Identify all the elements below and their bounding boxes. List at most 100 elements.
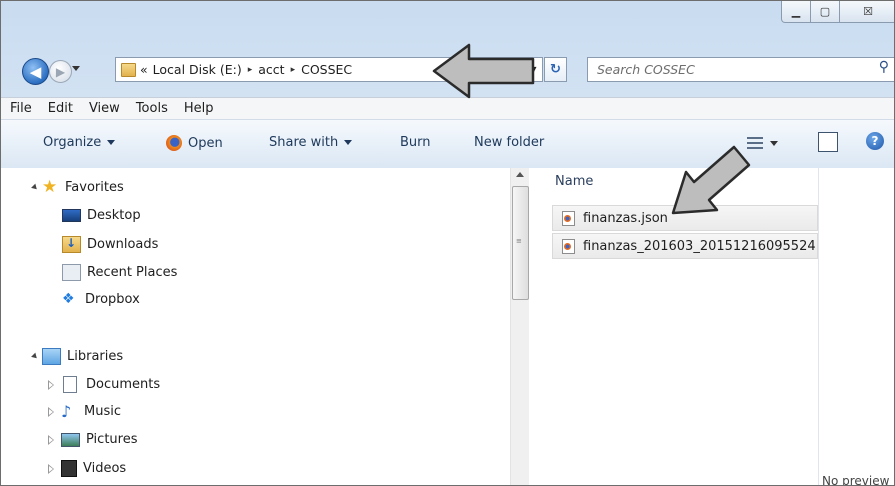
preview-pane-divider[interactable] xyxy=(818,168,819,485)
preview-pane-icon[interactable] xyxy=(818,132,838,152)
breadcrumb-cossec[interactable]: COSSEC xyxy=(301,62,352,77)
back-arrow-icon: ◀ xyxy=(29,62,42,81)
navigation-scrollbar[interactable]: ≡ xyxy=(510,168,529,485)
sidebar-item-label: Documents xyxy=(86,377,161,392)
collapsed-arrow-icon[interactable] xyxy=(48,406,54,417)
organize-label: Organize xyxy=(43,135,102,150)
change-view-icon[interactable] xyxy=(747,137,763,149)
sidebar-item-downloads[interactable]: Downloads xyxy=(62,236,158,253)
preview-message: No preview xyxy=(822,474,890,486)
file-row[interactable]: finanzas.json xyxy=(552,205,818,231)
organize-button[interactable]: Organize xyxy=(43,135,116,150)
sidebar-item-desktop[interactable]: Desktop xyxy=(62,208,141,223)
address-dropdown-icon[interactable]: ▼ xyxy=(524,58,542,81)
sidebar-item-label: Recent Places xyxy=(87,265,178,280)
star-icon: ★ xyxy=(42,177,58,197)
close-button[interactable]: ☒ xyxy=(839,1,894,23)
open-label: Open xyxy=(188,135,223,151)
sidebar-item-videos[interactable]: Videos xyxy=(48,460,127,477)
dropbox-icon: ❖ xyxy=(62,291,75,307)
navigation-pane: ★ Favorites Desktop Downloads Recent Pla… xyxy=(1,168,509,485)
column-header-name[interactable]: Name xyxy=(555,174,593,189)
scroll-up-icon[interactable] xyxy=(516,172,524,177)
downloads-icon xyxy=(62,236,81,253)
new-folder-label: New folder xyxy=(474,135,545,150)
maximize-icon: ▢ xyxy=(819,5,831,18)
burn-label: Burn xyxy=(400,135,431,150)
breadcrumb-overflow[interactable]: « xyxy=(140,62,148,77)
documents-icon xyxy=(63,376,77,393)
sidebar-item-label: Videos xyxy=(83,461,127,476)
help-icon[interactable]: ? xyxy=(866,132,884,150)
libraries-icon xyxy=(42,348,61,365)
tree-label: Libraries xyxy=(67,349,124,364)
collapsed-arrow-icon[interactable] xyxy=(48,434,54,445)
view-options-dropdown-icon[interactable] xyxy=(770,141,778,146)
file-name: finanzas_201603_20151216095524 xyxy=(583,238,816,254)
sidebar-item-label: Pictures xyxy=(86,432,138,447)
sidebar-item-recent-places[interactable]: Recent Places xyxy=(62,264,177,281)
tree-label: Favorites xyxy=(65,180,124,195)
explorer-window: ▁ ▢ ☒ ◀ ▶ « Local Disk (E:) ▸ acct ▸ COS… xyxy=(0,0,895,486)
command-bar: Organize Open Share with Burn New folder… xyxy=(1,119,894,169)
breadcrumb-separator-icon[interactable]: ▸ xyxy=(291,65,296,75)
search-placeholder: Search COSSEC xyxy=(597,62,695,77)
forward-button[interactable]: ▶ xyxy=(49,60,72,83)
open-button[interactable]: Open xyxy=(166,135,223,151)
tree-favorites[interactable]: ★ Favorites xyxy=(31,177,124,197)
videos-icon xyxy=(61,460,77,477)
menu-view[interactable]: View xyxy=(89,101,120,116)
pictures-icon xyxy=(61,432,80,447)
refresh-icon: ↻ xyxy=(550,62,561,77)
share-with-label: Share with xyxy=(269,135,339,150)
file-row[interactable]: finanzas_201603_20151216095524 xyxy=(552,233,818,259)
sidebar-item-label: Music xyxy=(84,404,121,419)
breadcrumb-local-disk[interactable]: Local Disk (E:) xyxy=(153,62,242,77)
firefox-icon xyxy=(166,135,182,151)
sidebar-item-label: Desktop xyxy=(87,208,141,223)
refresh-button[interactable]: ↻ xyxy=(544,57,567,82)
sidebar-item-pictures[interactable]: Pictures xyxy=(48,432,138,447)
collapsed-arrow-icon[interactable] xyxy=(48,463,54,474)
chevron-down-icon xyxy=(344,140,353,145)
minimize-icon: ▁ xyxy=(791,5,801,18)
menu-edit[interactable]: Edit xyxy=(48,101,73,116)
sidebar-item-dropbox[interactable]: ❖ Dropbox xyxy=(62,291,140,308)
menu-tools[interactable]: Tools xyxy=(136,101,168,116)
sidebar-item-documents[interactable]: Documents xyxy=(48,376,161,393)
file-name: finanzas.json xyxy=(583,210,668,226)
expanded-arrow-icon[interactable] xyxy=(31,352,39,361)
back-button[interactable]: ◀ xyxy=(22,58,49,85)
burn-button[interactable]: Burn xyxy=(400,135,431,150)
forward-arrow-icon: ▶ xyxy=(55,64,66,79)
new-folder-button[interactable]: New folder xyxy=(474,135,544,150)
minimize-button[interactable]: ▁ xyxy=(781,1,811,23)
search-input[interactable]: Search COSSEC ⚲ xyxy=(587,57,894,82)
sidebar-item-label: Dropbox xyxy=(85,292,140,307)
menu-bar: File Edit View Tools Help xyxy=(1,97,894,119)
firefox-file-icon xyxy=(562,210,575,226)
collapsed-arrow-icon[interactable] xyxy=(48,379,54,390)
share-with-button[interactable]: Share with xyxy=(269,135,353,150)
breadcrumb-acct[interactable]: acct xyxy=(258,62,284,77)
folder-icon xyxy=(121,62,136,77)
menu-help[interactable]: Help xyxy=(184,101,214,116)
breadcrumb-separator-icon[interactable]: ▸ xyxy=(248,65,253,75)
desktop-icon xyxy=(62,209,81,222)
firefox-file-icon xyxy=(562,238,575,254)
recent-pages-dropdown[interactable] xyxy=(72,66,80,71)
content-area: ★ Favorites Desktop Downloads Recent Pla… xyxy=(1,168,894,486)
tree-libraries[interactable]: Libraries xyxy=(31,348,124,365)
maximize-button[interactable]: ▢ xyxy=(810,1,840,23)
menu-file[interactable]: File xyxy=(10,101,32,116)
close-icon: ☒ xyxy=(863,5,873,18)
scrollbar-grip-icon: ≡ xyxy=(516,237,522,245)
recent-places-icon xyxy=(62,264,81,281)
music-icon: ♪ xyxy=(61,402,72,421)
chevron-down-icon xyxy=(107,140,116,145)
sidebar-item-label: Downloads xyxy=(87,237,159,252)
expanded-arrow-icon[interactable] xyxy=(31,183,39,192)
sidebar-item-music[interactable]: ♪ Music xyxy=(48,402,121,421)
address-bar[interactable]: « Local Disk (E:) ▸ acct ▸ COSSEC ▼ xyxy=(115,57,543,82)
search-icon[interactable]: ⚲ xyxy=(879,59,889,75)
